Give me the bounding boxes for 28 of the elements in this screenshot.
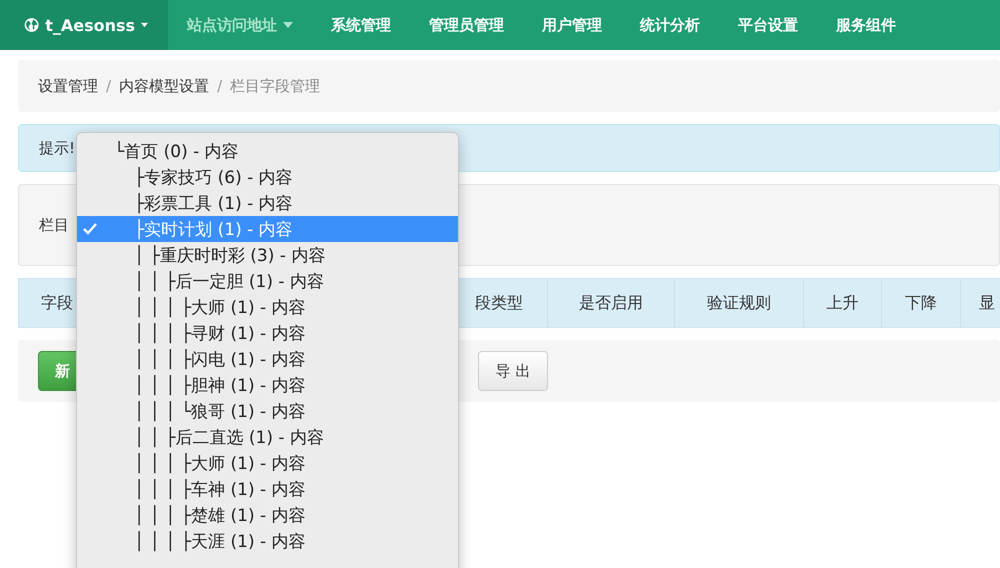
dropdown-option[interactable]: │ ├重庆时时彩 (3) - 内容 — [77, 242, 458, 268]
column-header: 下降 — [882, 279, 961, 327]
dropdown-option[interactable]: │ │ │ ├胆神 (1) - 内容 — [77, 372, 458, 398]
dropdown-option[interactable]: │ │ │ ├楚雄 (1) - 内容 — [77, 502, 458, 528]
column-header: 显 — [961, 279, 1000, 327]
dropdown-option[interactable]: ├彩票工具 (1) - 内容 — [77, 190, 458, 216]
dropdown-option[interactable]: │ │ ├后二直选 (1) - 内容 — [77, 424, 458, 450]
dropdown-option[interactable]: │ │ │ ├车神 (1) - 内容 — [77, 476, 458, 502]
breadcrumb-separator: / — [106, 77, 112, 95]
filter-label: 栏目 — [39, 216, 69, 234]
breadcrumb-link[interactable]: 设置管理 — [38, 76, 98, 96]
breadcrumb-link[interactable]: 内容模型设置 — [119, 76, 210, 96]
alert-text: 提示! — [39, 138, 76, 158]
caret-icon — [141, 22, 148, 28]
export-button[interactable]: 导 出 — [478, 351, 548, 391]
site-switcher[interactable]: t_Aesonss — [0, 0, 168, 50]
breadcrumb-separator: / — [217, 77, 222, 95]
dropdown-option[interactable]: │ │ │ ├闪电 (1) - 内容 — [77, 346, 458, 372]
dropdown-option[interactable]: ├专家技巧 (6) - 内容 — [77, 164, 458, 190]
column-header: 上升 — [804, 279, 882, 327]
dropdown-option[interactable]: └首页 (0) - 内容 — [77, 138, 458, 164]
dropdown-option[interactable]: │ │ │ ├天涯 (1) - 内容 — [77, 528, 458, 554]
check-icon — [83, 223, 97, 235]
dropdown-option[interactable]: │ │ │ ├大师 (1) - 内容 — [77, 450, 458, 476]
column-header: 验证规则 — [675, 279, 804, 327]
dropdown-option[interactable]: │ │ │ └狼哥 (1) - 内容 — [77, 398, 458, 424]
site-name: t_Aesonss — [45, 16, 136, 34]
column-header: 是否启用 — [548, 279, 675, 327]
